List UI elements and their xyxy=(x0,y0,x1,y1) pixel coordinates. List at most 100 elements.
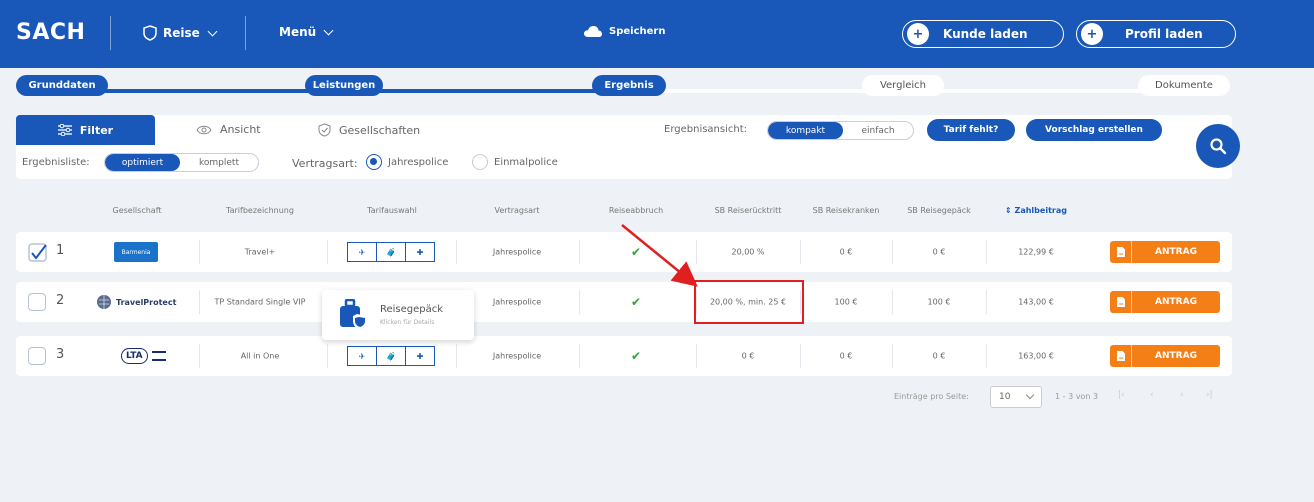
chevron-down-icon xyxy=(323,25,334,35)
step-dokumente[interactable]: Dokumente xyxy=(1138,75,1230,96)
divider xyxy=(892,344,893,368)
table-row: 1 Barmenia Travel+ ✈ 🧳 ✚ Jahrespolice ✔ 20… xyxy=(16,232,1232,272)
kompakt-option[interactable]: kompakt xyxy=(768,122,843,139)
optimiert-option[interactable]: optimiert xyxy=(105,154,180,171)
tarif-name: Travel+ xyxy=(244,247,276,257)
plus-icon: + xyxy=(907,23,929,45)
col-sb-reisegepaeck: SB Reisegepäck xyxy=(907,206,971,215)
lta-logo: LTA xyxy=(121,345,173,367)
kunde-laden-button[interactable]: + Kunde laden xyxy=(902,20,1064,48)
vorschlag-erstellen-button[interactable]: Vorschlag erstellen xyxy=(1026,119,1162,141)
checkmark-icon: ✔ xyxy=(630,349,642,363)
step-grunddaten[interactable]: Grunddaten xyxy=(16,75,108,96)
divider xyxy=(696,240,697,264)
divider xyxy=(327,344,328,368)
col-sb-reiseruecktritt: SB Reiserücktritt xyxy=(714,206,782,215)
sb-kranken-value: 0 € xyxy=(839,351,853,361)
app-logo: SACH xyxy=(16,20,86,45)
divider xyxy=(800,344,801,368)
row-number: 1 xyxy=(56,243,65,258)
pdf-icon xyxy=(1110,345,1132,367)
lta-logo-lines xyxy=(151,351,166,361)
save-label: Speichern xyxy=(609,26,666,37)
einmalpolice-radio[interactable] xyxy=(472,154,488,170)
filter-button[interactable]: Filter xyxy=(16,115,155,145)
top-bar: SACH Reise Menü Speichern + Kunde laden … xyxy=(0,0,1314,68)
profil-laden-button[interactable]: + Profil laden xyxy=(1076,20,1236,48)
luggage-icon[interactable]: 🧳 xyxy=(377,347,406,365)
sb-gepaeck-value: 0 € xyxy=(932,351,946,361)
plane-icon[interactable]: ✈ xyxy=(348,243,377,261)
reisegepaeck-tooltip[interactable]: Reisegepäck Klicken für Details xyxy=(322,290,474,340)
tarif-fehlt-button[interactable]: Tarif fehlt? xyxy=(927,119,1015,141)
divider xyxy=(456,240,457,264)
antrag-button[interactable]: ANTRAG xyxy=(1110,241,1220,263)
shield-icon xyxy=(143,25,157,41)
jahrespolice-radio[interactable] xyxy=(366,154,382,170)
kunde-laden-label: Kunde laden xyxy=(943,27,1028,41)
eye-icon xyxy=(196,125,212,134)
search-button[interactable] xyxy=(1196,124,1240,168)
result-list-toggle: optimiert komplett xyxy=(104,153,259,172)
checkmark-icon: ✔ xyxy=(630,245,642,259)
einfach-option[interactable]: einfach xyxy=(843,122,913,139)
globe-icon xyxy=(97,295,111,309)
tooltip-subtitle: Klicken für Details xyxy=(380,319,435,326)
row-number: 2 xyxy=(56,293,65,308)
vertragsart-value: Jahrespolice xyxy=(492,297,542,307)
plus-icon: + xyxy=(1081,23,1103,45)
row-checkbox[interactable] xyxy=(28,293,46,311)
divider xyxy=(579,240,580,264)
prev-page-icon[interactable]: ‹ xyxy=(1150,390,1154,400)
reise-dropdown[interactable]: Reise xyxy=(143,25,218,41)
gesellschaften-tab[interactable]: Gesellschaften xyxy=(318,123,420,137)
row-checkbox[interactable] xyxy=(28,347,46,365)
search-icon xyxy=(1210,138,1227,155)
tarif-selector[interactable]: ✈ 🧳 ✚ xyxy=(347,346,435,366)
luggage-shield-icon xyxy=(340,299,367,330)
ansicht-tab[interactable]: Ansicht xyxy=(196,123,261,136)
step-vergleich[interactable]: Vergleich xyxy=(862,75,944,96)
antrag-button[interactable]: ANTRAG xyxy=(1110,291,1220,313)
last-page-icon[interactable]: ›| xyxy=(1206,390,1213,400)
bandage-icon[interactable]: ✚ xyxy=(406,347,434,365)
antrag-button[interactable]: ANTRAG xyxy=(1110,345,1220,367)
divider xyxy=(245,16,246,50)
divider xyxy=(986,290,987,314)
col-tarifauswahl: Tarifauswahl xyxy=(367,206,417,215)
step-ergebnis[interactable]: Ergebnis xyxy=(592,75,666,96)
tarif-selector[interactable]: ✈ 🧳 ✚ xyxy=(347,242,435,262)
komplett-option[interactable]: komplett xyxy=(180,154,258,171)
sb-ruecktritt-value: 20,00 % xyxy=(731,247,765,257)
first-page-icon[interactable]: |‹ xyxy=(1118,390,1125,400)
menu-dropdown[interactable]: Menü xyxy=(279,25,334,39)
col-vertragsart: Vertragsart xyxy=(494,206,540,215)
shield-check-icon xyxy=(318,123,331,137)
row-checkbox[interactable] xyxy=(28,243,47,262)
pdf-icon xyxy=(1110,291,1132,313)
sb-gepaeck-value: 0 € xyxy=(932,247,946,257)
chevron-down-icon xyxy=(1026,390,1035,400)
per-page-value: 10 xyxy=(999,392,1011,402)
divider xyxy=(892,240,893,264)
row-number: 3 xyxy=(56,347,65,362)
filter-label: Filter xyxy=(79,123,114,137)
col-zahlbeitrag[interactable]: ⇕ Zahlbeitrag xyxy=(1005,206,1067,215)
vertragsart-value: Jahrespolice xyxy=(492,247,542,257)
bandage-icon[interactable]: ✚ xyxy=(406,243,434,261)
sb-gepaeck-value: 100 € xyxy=(927,297,951,307)
divider xyxy=(199,344,200,368)
antrag-label: ANTRAG xyxy=(1155,351,1197,361)
save-button[interactable]: Speichern xyxy=(583,25,665,38)
barmenia-logo: Barmenia xyxy=(114,242,158,262)
plane-icon[interactable]: ✈ xyxy=(348,347,377,365)
step-leistungen[interactable]: Leistungen xyxy=(305,75,383,96)
antrag-label: ANTRAG xyxy=(1155,297,1197,307)
divider xyxy=(199,290,200,314)
luggage-icon[interactable]: 🧳 xyxy=(377,243,406,261)
step-label: Ergebnis xyxy=(604,80,654,91)
step-label: Leistungen xyxy=(312,80,376,91)
divider xyxy=(986,240,987,264)
next-page-icon[interactable]: › xyxy=(1180,390,1184,400)
per-page-select[interactable]: 10 xyxy=(990,386,1042,408)
